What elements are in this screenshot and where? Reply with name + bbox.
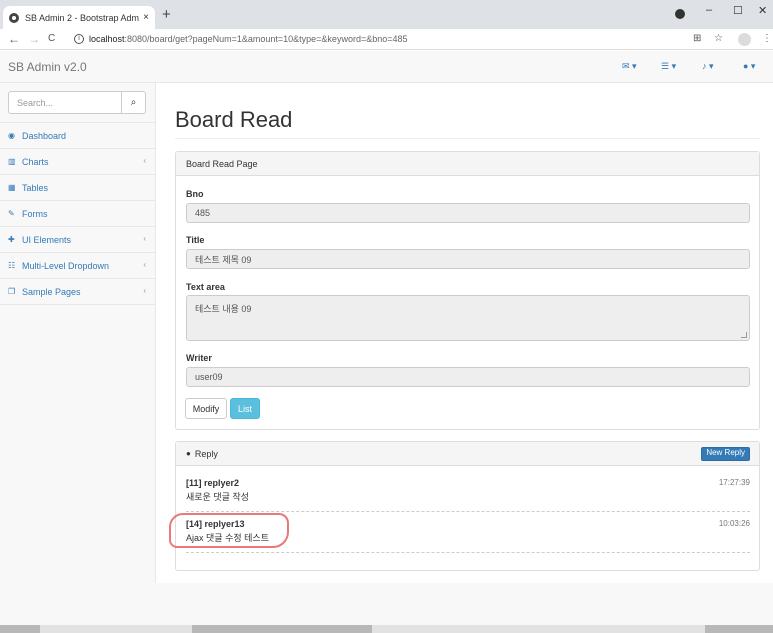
bar-chart-icon: ▥ [8,157,16,166]
sidebar-item-label: UI Elements [22,234,72,245]
red-highlight-annotation [169,513,289,548]
search-input[interactable] [8,91,122,114]
sidebar: ⌕ ◉ Dashboard ▥ Charts ‹ ▦ Tables ✎ Form… [0,83,156,583]
address-bar: ← → C i localhost:8080/board/get?pageNum… [0,29,773,50]
sidebar-item-multi-level-dropdown[interactable]: ☷ Multi-Level Dropdown ‹ [0,253,155,279]
tab-title: SB Admin 2 - Bootstrap Admin [25,12,140,23]
resize-handle-icon[interactable] [741,332,747,338]
search-button[interactable]: ⌕ [121,91,146,114]
url-path: :8080/board/get?pageNum=1&amount=10&type… [124,34,408,44]
bno-label: Bno [186,189,204,199]
taskbar-strip [0,625,773,633]
favicon-icon [9,12,19,23]
top-navbar: SB Admin v2.0 ✉ ▾ ☰ ▾ ♪ ▾ ● ▾ [0,51,773,83]
title-field[interactable]: 테스트 제목 09 [186,249,750,269]
content-textarea[interactable]: 테스트 내용 09 [186,295,750,341]
wrench-icon: ✚ [8,235,15,244]
sidebar-search: ⌕ [0,83,155,123]
content-value: 테스트 내용 09 [195,304,252,314]
forward-button[interactable]: → [28,32,40,46]
page-title: Board Read [175,107,293,132]
reply-text: 새로운 댓글 작성 [186,492,249,502]
browser-tab[interactable]: SB Admin 2 - Bootstrap Admin × [3,6,155,29]
title-value: 테스트 제목 09 [195,254,252,265]
page-bottom-area [0,583,773,625]
board-read-panel: Board Read Page Bno 485 Title 테스트 제목 09 … [175,151,760,430]
reply-heading: ● Reply New Reply [176,442,759,466]
profile-avatar[interactable] [738,33,751,46]
minimize-button[interactable]: – [706,4,712,16]
url-host: localhost [89,34,125,44]
sidebar-item-sample-pages[interactable]: ❐ Sample Pages ‹ [0,279,155,305]
extension-icon[interactable] [675,9,685,19]
panel-heading-text: Board Read Page [186,158,258,169]
chevron-left-icon: ‹ [143,156,146,165]
sidebar-item-dashboard[interactable]: ◉ Dashboard [0,123,155,149]
url-field[interactable]: localhost:8080/board/get?pageNum=1&amoun… [89,34,408,44]
title-label: Title [186,235,205,245]
chevron-left-icon: ‹ [143,260,146,269]
writer-label: Writer [186,353,212,363]
reload-button[interactable]: C [48,33,55,44]
bell-icon[interactable]: ♪ ▾ [702,61,714,72]
user-icon[interactable]: ● ▾ [743,61,755,72]
browser-tabstrip: SB Admin 2 - Bootstrap Admin × + – ☐ ✕ [0,0,773,29]
panel-heading: Board Read Page [176,152,759,176]
maximize-button[interactable]: ☐ [733,4,743,17]
taskbar-segment [705,625,773,633]
sidebar-item-ui-elements[interactable]: ✚ UI Elements ‹ [0,227,155,253]
new-tab-button[interactable]: + [162,6,171,23]
sidebar-item-label: Sample Pages [22,286,81,297]
bookmark-star-icon[interactable]: ☆ [714,33,723,44]
modify-button[interactable]: Modify [185,398,227,419]
chevron-left-icon: ‹ [143,286,146,295]
sidebar-item-label: Forms [22,208,48,219]
list-button[interactable]: List [230,398,260,419]
sidebar-item-forms[interactable]: ✎ Forms [0,201,155,227]
sidebar-item-label: Charts [22,156,49,167]
files-icon: ❐ [8,287,16,296]
title-divider [175,138,760,139]
tab-close-icon[interactable]: × [143,12,149,23]
browser-menu-icon[interactable]: ⋮ [762,33,772,44]
chevron-left-icon: ‹ [143,234,146,243]
new-reply-button[interactable]: New Reply [701,447,750,461]
sitemap-icon: ☷ [8,261,16,270]
sidebar-item-label: Multi-Level Dropdown [22,260,110,271]
taskbar-segment [192,625,372,633]
sidebar-item-label: Dashboard [22,130,67,141]
close-window-button[interactable]: ✕ [758,4,767,17]
dashboard-icon: ◉ [8,131,15,140]
tasks-icon[interactable]: ☰ ▾ [661,61,676,72]
writer-field[interactable]: user09 [186,367,750,387]
writer-value: user09 [195,372,223,382]
comments-icon: ● [186,449,191,458]
reply-time: 17:27:39 [718,478,750,487]
back-button[interactable]: ← [8,32,20,46]
translate-icon[interactable]: ⊞ [693,33,701,44]
main-content: Board Read Board Read Page Bno 485 Title… [156,83,773,583]
bno-value: 485 [195,208,211,218]
taskbar-segment [0,625,40,633]
brand-title[interactable]: SB Admin v2.0 [8,60,87,74]
reply-panel: ● Reply New Reply [11] replyer2 새로운 댓글 작… [175,441,760,571]
bno-field[interactable]: 485 [186,203,750,223]
reply-item[interactable]: [11] replyer2 새로운 댓글 작성 17:27:39 [186,472,750,512]
reply-time: 10:03:26 [718,519,750,528]
site-info-icon[interactable]: i [74,34,84,44]
reply-author: [11] replyer2 [186,478,240,488]
edit-icon: ✎ [8,209,15,218]
sidebar-item-charts[interactable]: ▥ Charts ‹ [0,149,155,175]
content-label: Text area [186,282,225,292]
sidebar-item-tables[interactable]: ▦ Tables [0,175,155,201]
envelope-icon[interactable]: ✉ ▾ [622,61,637,72]
sidebar-item-label: Tables [22,182,49,193]
reply-heading-text: Reply [194,448,218,459]
table-icon: ▦ [8,183,16,192]
